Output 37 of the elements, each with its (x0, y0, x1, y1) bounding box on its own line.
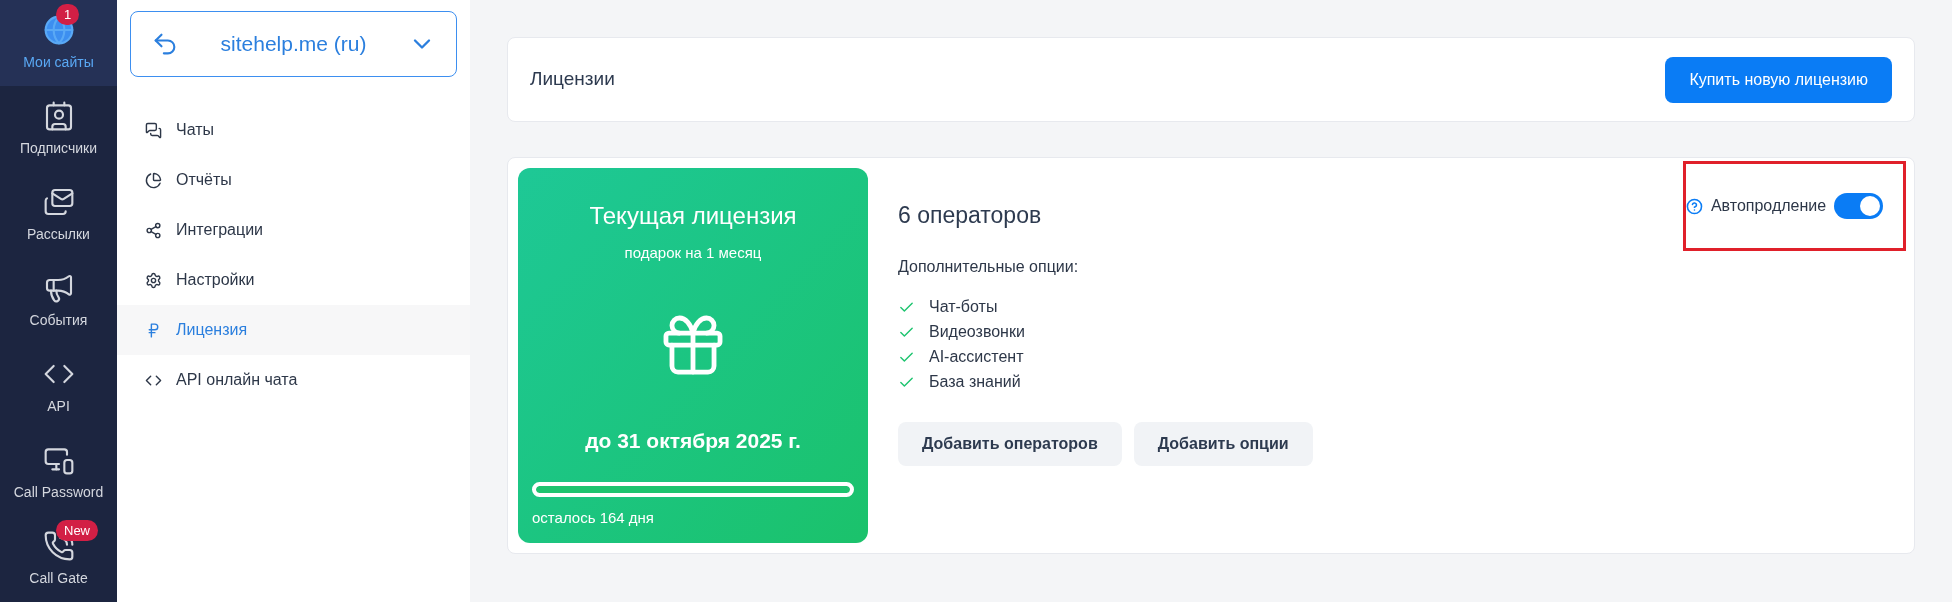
network-icon (145, 221, 162, 239)
menu-item[interactable]: API онлайн чата (117, 355, 470, 405)
nav-item[interactable]: New Call Gate (0, 516, 117, 602)
chat-icon (145, 121, 162, 139)
add-button[interactable]: Добавить опции (1133, 422, 1313, 466)
site-selector[interactable]: sitehelp.me (ru) (130, 11, 457, 77)
autorenew-label: Автопродление (1710, 196, 1827, 216)
license-title: Текущая лицензия (589, 201, 797, 231)
pie-chart-icon (145, 171, 162, 189)
page-title: Лицензии (530, 67, 615, 92)
operators-count: 6 операторов (898, 201, 1042, 230)
nav-item[interactable]: API (0, 344, 117, 430)
settings-icon (145, 271, 162, 289)
option-label: Видеозвонки (929, 322, 1025, 342)
menu-item[interactable]: Чаты (117, 105, 470, 155)
nav-item[interactable]: Call Password (0, 430, 117, 516)
add-button[interactable]: Добавить операторов (898, 422, 1122, 466)
menu-item[interactable]: Интеграции (117, 205, 470, 255)
nav-item[interactable]: 1 Мои сайты (0, 0, 117, 86)
buy-license-button[interactable]: Купить новую лицензию (1665, 56, 1892, 103)
nav-item[interactable]: Рассылки (0, 172, 117, 258)
option-label: База знаний (929, 372, 1021, 392)
days-remaining: осталось 164 дня (532, 507, 654, 528)
option-label: Чат-боты (929, 297, 998, 317)
license-expiry: до 31 октября 2025 г. (585, 427, 801, 454)
nav-item[interactable]: События (0, 258, 117, 344)
menu-item[interactable]: Отчёты (117, 155, 470, 205)
menu-item[interactable]: Лицензия (117, 305, 470, 355)
badge: 1 (56, 4, 80, 25)
option-label: AI-ассистент (929, 347, 1024, 367)
options-label: Дополнительные опции: (898, 257, 1080, 277)
nav-item[interactable]: Подписчики (0, 86, 117, 172)
autorenew-toggle[interactable] (1834, 193, 1883, 219)
license-subtitle: подарок на 1 месяц (624, 243, 762, 263)
help-icon (1686, 197, 1703, 215)
badge: New (56, 520, 98, 541)
menu-item[interactable]: Настройки (117, 255, 470, 305)
